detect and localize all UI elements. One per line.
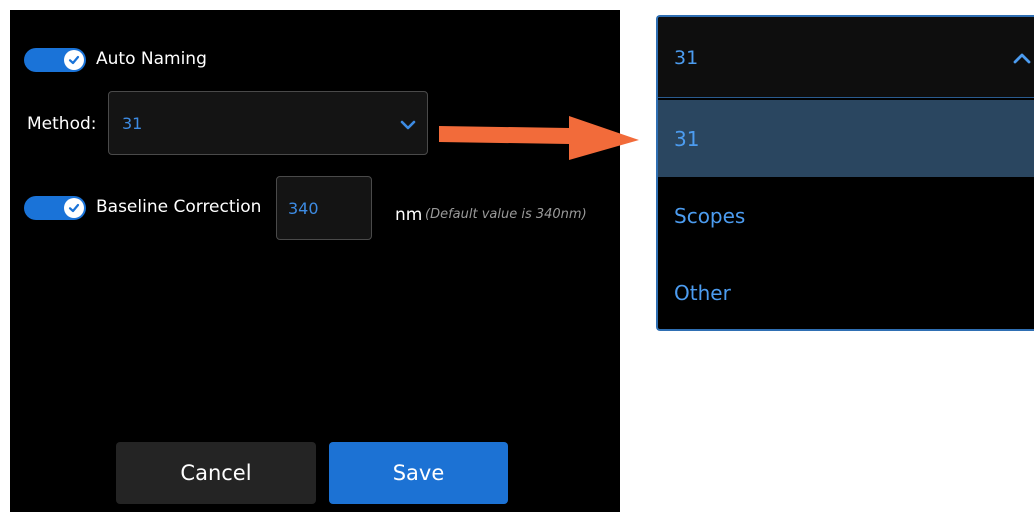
cancel-button[interactable]: Cancel — [116, 442, 316, 504]
chevron-down-icon — [399, 116, 417, 135]
baseline-correction-toggle[interactable] — [24, 196, 86, 220]
option-label: Other — [674, 281, 731, 305]
dropdown-option-31[interactable]: 31 — [658, 100, 1034, 177]
dropdown-option-other[interactable]: Other — [658, 254, 1034, 329]
option-label: Scopes — [674, 204, 746, 228]
arrow-right-icon — [439, 116, 639, 160]
check-icon — [64, 198, 84, 218]
unit-label: nm — [395, 205, 423, 225]
option-label: 31 — [674, 127, 700, 151]
method-label: Method: — [27, 114, 97, 134]
default-value-hint: (Default value is 340nm) — [425, 207, 587, 222]
dropdown-selected-value: 31 — [674, 47, 699, 69]
method-dropdown-expanded: 31 31 Scopes Other — [656, 15, 1034, 331]
settings-panel: Auto Naming Method: 31 Baseline Correcti… — [10, 10, 620, 512]
dropdown-header[interactable]: 31 — [658, 17, 1034, 98]
auto-naming-label: Auto Naming — [96, 49, 207, 69]
save-button[interactable]: Save — [329, 442, 508, 504]
check-icon — [64, 50, 84, 70]
auto-naming-toggle[interactable] — [24, 48, 86, 72]
baseline-wavelength-input[interactable] — [276, 176, 372, 240]
baseline-correction-label: Baseline Correction — [96, 197, 262, 217]
dropdown-option-scopes[interactable]: Scopes — [658, 177, 1034, 254]
method-select-value: 31 — [122, 114, 143, 133]
chevron-up-icon — [1012, 50, 1032, 69]
method-select[interactable]: 31 — [108, 91, 428, 155]
